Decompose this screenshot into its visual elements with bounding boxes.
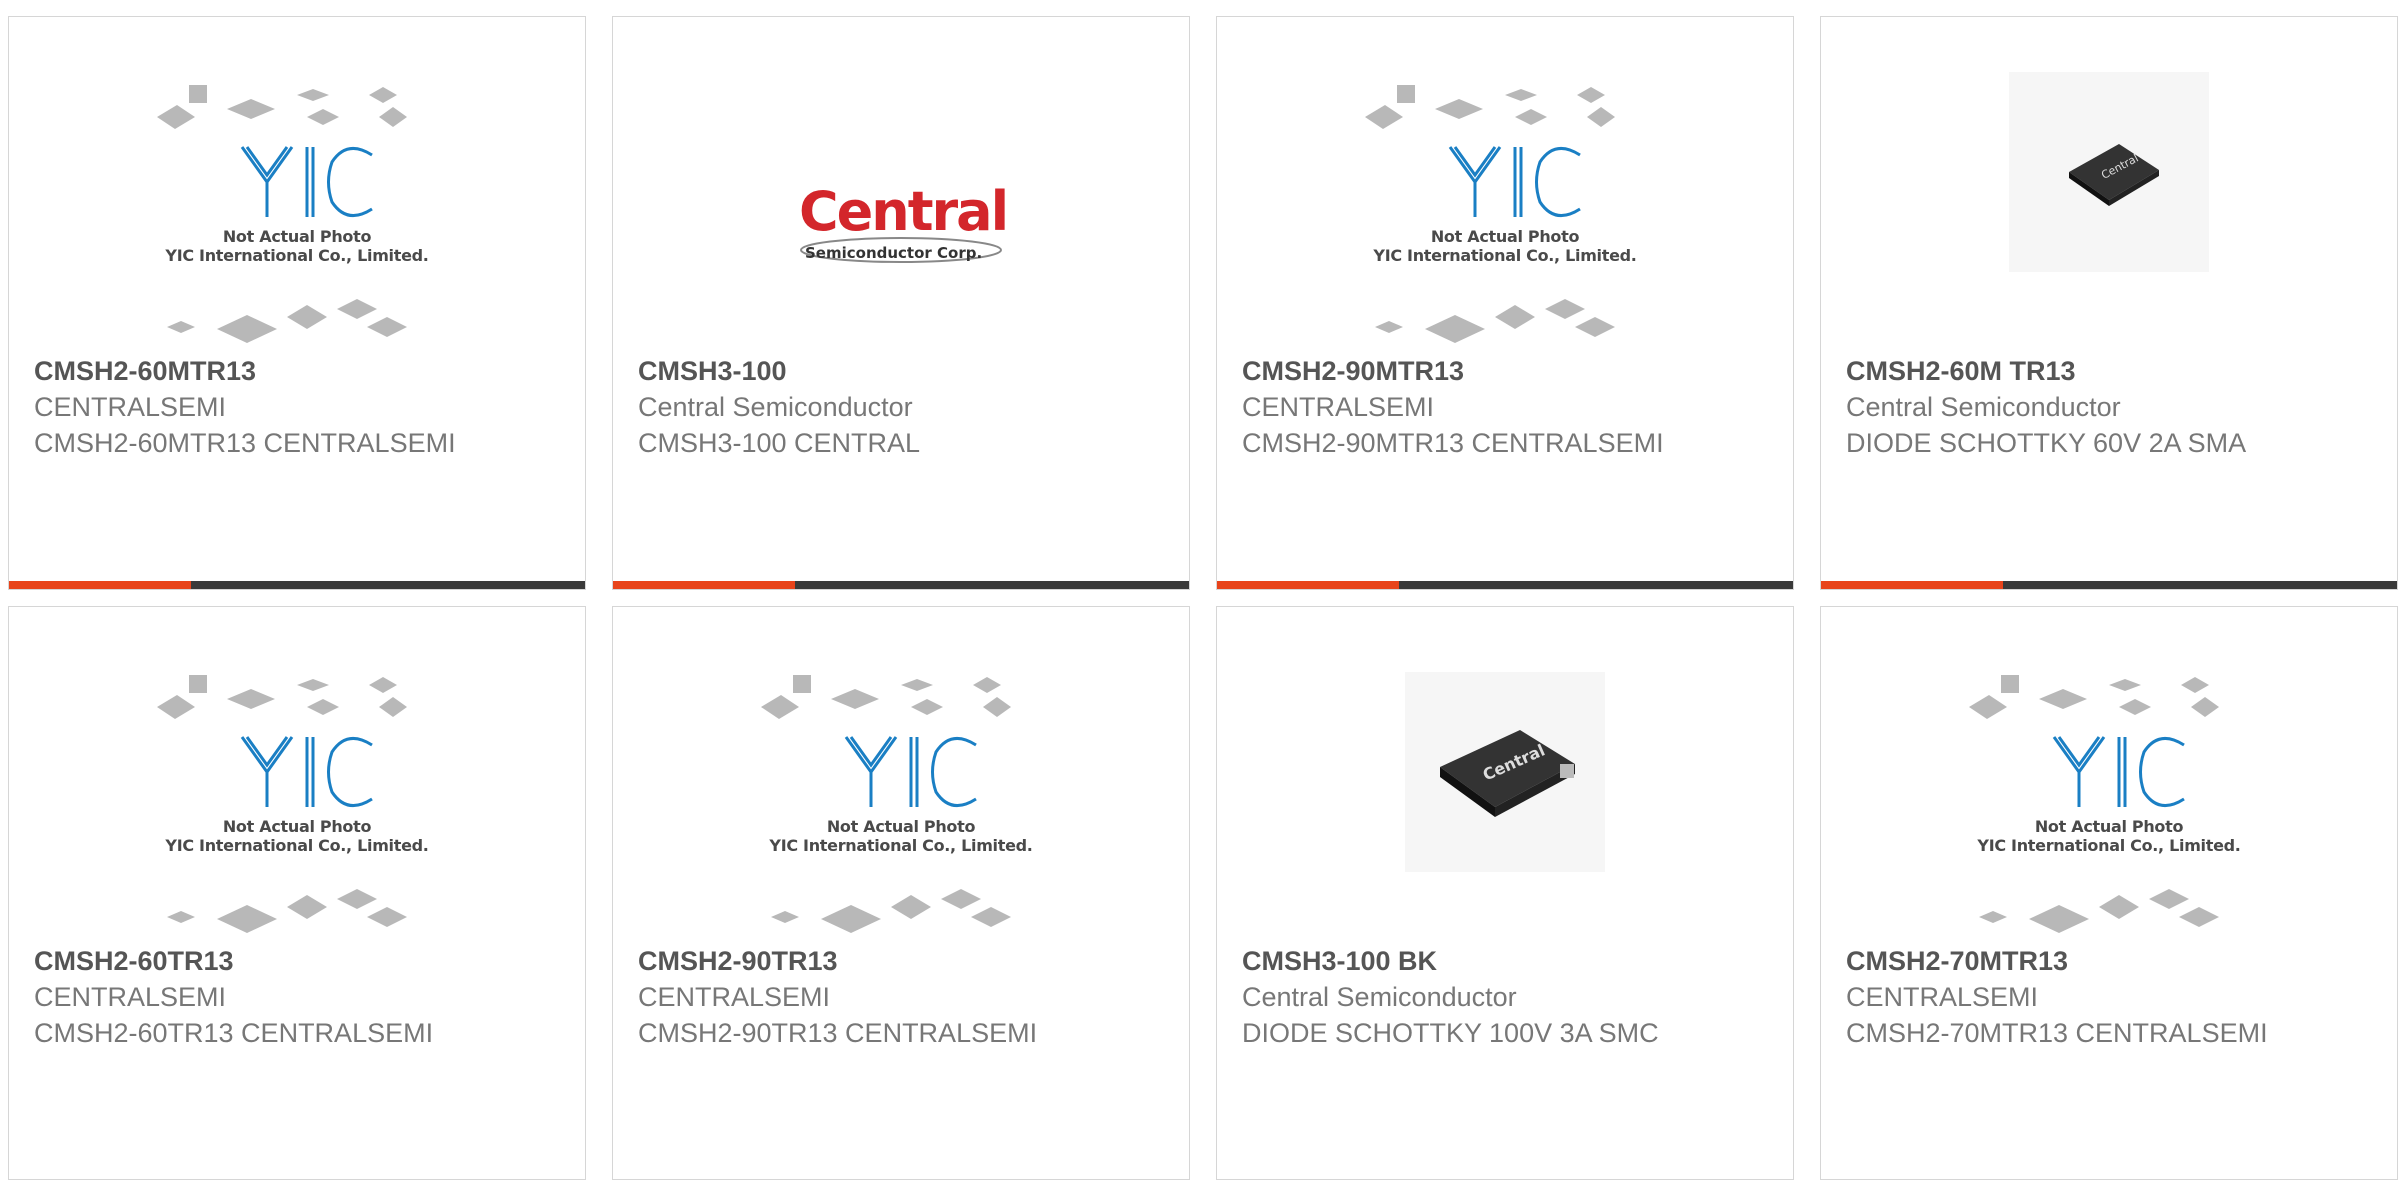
- accent-bar: [9, 581, 191, 589]
- diode-package-icon: Central: [1440, 730, 1575, 817]
- chip-collage-icon: [157, 675, 407, 933]
- description: CMSH2-90TR13 CENTRALSEMI: [638, 1018, 1038, 1048]
- product-image[interactable]: Central: [1217, 667, 1793, 957]
- logo-word: Central: [799, 180, 1009, 243]
- accent-bar: [1217, 581, 1399, 589]
- chip-collage-icon: [157, 85, 407, 343]
- part-number[interactable]: CMSH2-60M TR13: [1846, 353, 2377, 389]
- product-image[interactable]: Central Semiconductor Corp.: [613, 77, 1189, 367]
- accent-bar: [1821, 581, 2003, 589]
- part-number[interactable]: CMSH2-90MTR13: [1242, 353, 1773, 389]
- product-card[interactable]: Central Semiconductor Corp. CMSH3-100 Ce…: [612, 16, 1190, 590]
- product-card[interactable]: Not Actual Photo YIC International Co., …: [612, 606, 1190, 1180]
- placeholder-image: Not Actual Photo YIC International Co., …: [147, 77, 447, 367]
- description: DIODE SCHOTTKY 100V 3A SMC: [1242, 1018, 1659, 1048]
- manufacturer: Central Semiconductor: [1846, 392, 2121, 422]
- placeholder-caption-line1: Not Actual Photo: [826, 817, 976, 836]
- product-image[interactable]: Not Actual Photo YIC International Co., …: [1821, 667, 2397, 957]
- manufacturer: CENTRALSEMI: [1242, 392, 1435, 422]
- chip-photo: Central: [2009, 72, 2209, 272]
- placeholder-caption-line1: Not Actual Photo: [2034, 817, 2184, 836]
- part-number[interactable]: CMSH2-70MTR13: [1846, 943, 2377, 979]
- description: CMSH2-60TR13 CENTRALSEMI: [34, 1018, 434, 1048]
- logo-sub: Semiconductor Corp.: [805, 244, 983, 262]
- placeholder-caption-line2: YIC International Co., Limited.: [1373, 246, 1637, 265]
- description: CMSH2-90MTR13 CENTRALSEMI: [1242, 428, 1664, 458]
- part-number[interactable]: CMSH2-90TR13: [638, 943, 1169, 979]
- card-bottom-bar: [1821, 581, 2397, 589]
- part-number[interactable]: CMSH3-100 BK: [1242, 943, 1773, 979]
- manufacturer: CENTRALSEMI: [638, 982, 831, 1012]
- diode-package-icon: Central: [2069, 144, 2159, 206]
- product-card[interactable]: Not Actual Photo YIC International Co., …: [1216, 16, 1794, 590]
- product-image[interactable]: Not Actual Photo YIC International Co., …: [9, 77, 585, 367]
- chip-collage-icon: [761, 675, 1011, 933]
- placeholder-caption-line2: YIC International Co., Limited.: [165, 836, 429, 855]
- description: CMSH2-60MTR13 CENTRALSEMI: [34, 428, 456, 458]
- accent-bar: [613, 581, 795, 589]
- placeholder-caption-line2: YIC International Co., Limited.: [1977, 836, 2241, 855]
- manufacturer: Central Semiconductor: [638, 392, 913, 422]
- placeholder-caption-line1: Not Actual Photo: [1430, 227, 1580, 246]
- product-card[interactable]: Not Actual Photo YIC International Co., …: [1820, 606, 2398, 1180]
- central-logo: Central Semiconductor Corp.: [791, 172, 1011, 272]
- product-image[interactable]: Not Actual Photo YIC International Co., …: [1217, 77, 1793, 367]
- manufacturer: CENTRALSEMI: [34, 982, 227, 1012]
- part-number[interactable]: CMSH3-100: [638, 353, 1169, 389]
- card-bottom-bar: [9, 581, 585, 589]
- description: DIODE SCHOTTKY 60V 2A SMA: [1846, 428, 2247, 458]
- placeholder-caption-line1: Not Actual Photo: [222, 817, 372, 836]
- placeholder-image: Not Actual Photo YIC International Co., …: [1355, 77, 1655, 367]
- manufacturer: Central Semiconductor: [1242, 982, 1517, 1012]
- part-number[interactable]: CMSH2-60MTR13: [34, 353, 565, 389]
- placeholder-image: Not Actual Photo YIC International Co., …: [147, 667, 447, 957]
- manufacturer: CENTRALSEMI: [34, 392, 227, 422]
- product-card[interactable]: Central CMSH3-100 BK Central Semiconduct…: [1216, 606, 1794, 1180]
- placeholder-caption-line2: YIC International Co., Limited.: [165, 246, 429, 265]
- product-card[interactable]: Not Actual Photo YIC International Co., …: [8, 606, 586, 1180]
- manufacturer: CENTRALSEMI: [1846, 982, 2039, 1012]
- product-grid: Not Actual Photo YIC International Co., …: [8, 16, 2398, 1180]
- card-bottom-bar: [1217, 581, 1793, 589]
- chip-collage-icon: [1365, 85, 1615, 343]
- placeholder-caption-line2: YIC International Co., Limited.: [769, 836, 1033, 855]
- card-bottom-bar: [613, 581, 1189, 589]
- product-image[interactable]: Not Actual Photo YIC International Co., …: [613, 667, 1189, 957]
- part-number[interactable]: CMSH2-60TR13: [34, 943, 565, 979]
- product-card[interactable]: Central CMSH2-60M TR13 Central Semicondu…: [1820, 16, 2398, 590]
- description: CMSH2-70MTR13 CENTRALSEMI: [1846, 1018, 2268, 1048]
- description: CMSH3-100 CENTRAL: [638, 428, 921, 458]
- chip-collage-icon: [1969, 675, 2219, 933]
- placeholder-caption-line1: Not Actual Photo: [222, 227, 372, 246]
- placeholder-image: Not Actual Photo YIC International Co., …: [751, 667, 1051, 957]
- product-image[interactable]: Not Actual Photo YIC International Co., …: [9, 667, 585, 957]
- chip-photo: Central: [1405, 672, 1605, 872]
- product-card[interactable]: Not Actual Photo YIC International Co., …: [8, 16, 586, 590]
- product-image[interactable]: Central: [1821, 72, 2397, 367]
- placeholder-image: Not Actual Photo YIC International Co., …: [1959, 667, 2259, 957]
